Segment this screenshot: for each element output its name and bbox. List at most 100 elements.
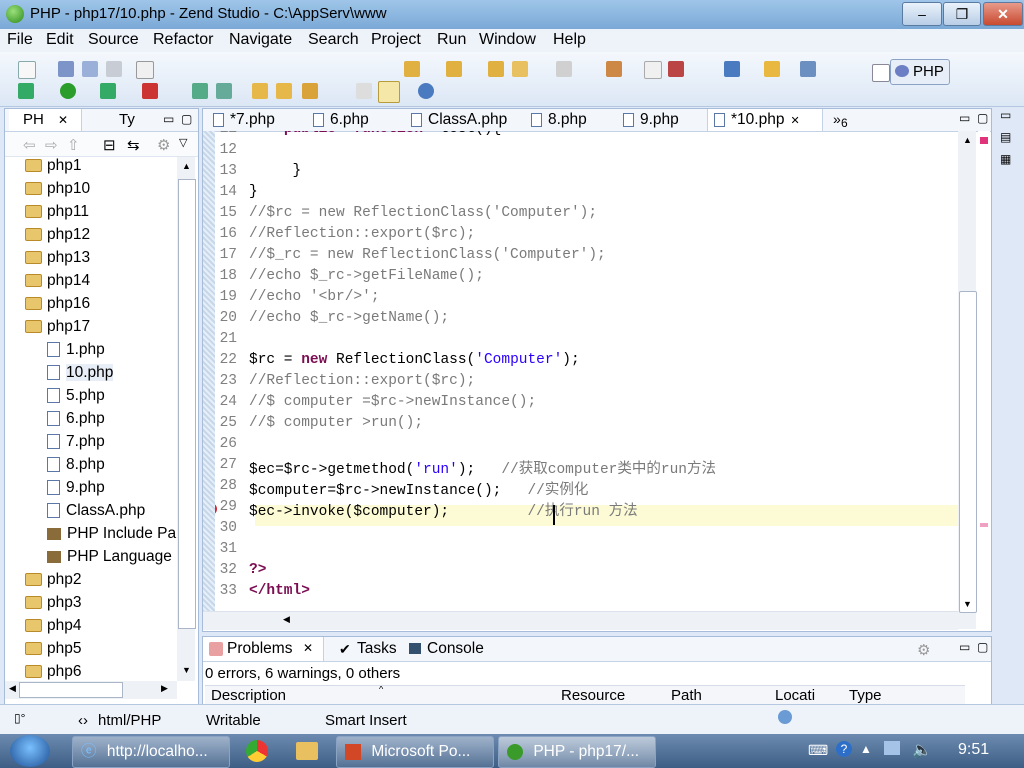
print-icon[interactable]	[106, 61, 122, 77]
restore-view-icon[interactable]: ▭	[1000, 108, 1011, 122]
view-menu-icon[interactable]: ▽	[179, 136, 187, 149]
tree-item-php12[interactable]: php12	[25, 226, 90, 244]
scroll-down-icon[interactable]: ▼	[182, 665, 191, 675]
close-icon[interactable]: ✕	[58, 113, 68, 127]
profile-icon[interactable]	[142, 83, 158, 99]
tree-scroll-thumb[interactable]	[178, 179, 196, 629]
tree-item-php17[interactable]: php17	[25, 318, 90, 336]
editor-tab-7-php[interactable]: *7.php	[207, 109, 303, 131]
menu-edit[interactable]: Edit	[46, 31, 74, 49]
tree-hscroll-thumb[interactable]	[19, 682, 123, 698]
minimize-view-icon[interactable]: ▭	[163, 112, 174, 126]
tree-item-php3[interactable]: php3	[25, 594, 81, 612]
explorer-icon[interactable]	[296, 742, 318, 760]
col-description[interactable]: Description	[211, 687, 286, 704]
menu-refactor[interactable]: Refactor	[153, 31, 213, 49]
web-run-icon[interactable]	[216, 83, 232, 99]
tree-item-10-php[interactable]: 10.php	[47, 364, 114, 382]
more-tabs-icon[interactable]: »	[833, 111, 841, 127]
maximize-button[interactable]: ❐	[943, 2, 981, 26]
problems-maximize-icon[interactable]: ▢	[977, 640, 988, 654]
hscroll-left-icon[interactable]: ◀	[283, 614, 290, 625]
last-edit-icon[interactable]	[488, 61, 504, 77]
new-class-icon[interactable]	[136, 61, 154, 79]
tree-item-6-php[interactable]: 6.php	[47, 410, 105, 428]
php-perspective-button[interactable]: PHP	[890, 59, 950, 85]
search-tool-icon[interactable]	[302, 83, 318, 99]
tree-item-9-php[interactable]: 9.php	[47, 479, 105, 497]
tree-vertical-scrollbar[interactable]: ▲ ▼	[177, 157, 196, 681]
back-icon[interactable]	[512, 61, 528, 77]
menu-search[interactable]: Search	[308, 31, 359, 49]
save-all-icon[interactable]	[82, 61, 98, 77]
menu-navigate[interactable]: Navigate	[229, 31, 292, 49]
close-problems-icon[interactable]: ✕	[303, 641, 313, 655]
menu-window[interactable]: Window	[479, 31, 536, 49]
prev-annotation-icon[interactable]	[446, 61, 462, 77]
tree-item-php13[interactable]: php13	[25, 249, 90, 267]
start-button[interactable]	[10, 735, 50, 767]
editor-tab-classa-php[interactable]: ClassA.php	[405, 109, 521, 131]
bookmark-icon[interactable]	[764, 61, 780, 77]
tab-tasks[interactable]: ✔ Tasks	[337, 637, 401, 661]
tree-item-7-php[interactable]: 7.php	[47, 433, 105, 451]
forward-arrow-icon[interactable]: ⇨	[45, 136, 58, 154]
forward-icon[interactable]	[556, 61, 572, 77]
page-icon[interactable]	[644, 61, 662, 79]
editor-tab-10-php[interactable]: *10.php ✕	[707, 109, 823, 131]
problems-filter-icon[interactable]: ⚙	[917, 641, 930, 659]
problems-minimize-icon[interactable]: ▭	[959, 640, 970, 654]
close-button[interactable]: ✕	[983, 2, 1023, 26]
close-tab-icon[interactable]: ✕	[790, 115, 799, 127]
mark-occurrences-icon[interactable]	[378, 81, 400, 103]
taskbar-item-browser[interactable]: ⓔ http://localho...	[72, 736, 230, 768]
keyboard-icon[interactable]: ⌨	[808, 742, 828, 759]
link-editor-icon[interactable]: ⇆	[127, 136, 140, 154]
editor-tab-8-php[interactable]: 8.php	[525, 109, 613, 131]
open-type-icon[interactable]	[276, 83, 292, 99]
debug-settings-icon[interactable]	[18, 83, 34, 99]
next-annotation-icon[interactable]	[404, 61, 420, 77]
help-icon[interactable]: ?	[836, 741, 852, 757]
col-path[interactable]: Path	[671, 687, 702, 704]
warning-overview-marker[interactable]	[980, 523, 988, 527]
outline-view-icon[interactable]: ▤	[1000, 130, 1011, 144]
editor-vertical-scrollbar[interactable]: ▲ ▼	[958, 131, 977, 629]
editor-horizontal-scrollbar[interactable]: ◀	[203, 611, 958, 630]
browser-icon[interactable]	[418, 83, 434, 99]
toggle-markers-icon[interactable]	[356, 83, 372, 99]
external-tool-icon[interactable]	[668, 61, 684, 77]
server-icon[interactable]	[800, 61, 816, 77]
menu-run[interactable]: Run	[437, 31, 466, 49]
scroll-right-icon[interactable]: ▶	[161, 683, 168, 694]
maximize-view-icon[interactable]: ▢	[181, 112, 192, 126]
menu-source[interactable]: Source	[88, 31, 139, 49]
network-icon[interactable]	[884, 741, 900, 755]
tree-horizontal-scrollbar[interactable]: ◀ ▶	[5, 681, 177, 699]
menu-file[interactable]: File	[7, 31, 33, 49]
update-icon[interactable]	[778, 710, 792, 724]
chrome-icon[interactable]	[246, 740, 268, 762]
col-resource[interactable]: Resource	[561, 687, 625, 704]
editor-scroll-thumb[interactable]	[959, 291, 977, 613]
editor-minimize-icon[interactable]: ▭	[959, 111, 970, 125]
menu-project[interactable]: Project	[371, 31, 421, 49]
open-perspective-icon[interactable]	[872, 64, 890, 82]
tab-php-explorer[interactable]: PH ✕	[9, 109, 82, 131]
tree-item-1-php[interactable]: 1.php	[47, 341, 105, 359]
tray-chevron-icon[interactable]: ▲	[860, 742, 872, 756]
tree-item-8-php[interactable]: 8.php	[47, 456, 105, 474]
editor-scroll-up-icon[interactable]: ▲	[963, 135, 972, 145]
collapse-all-icon[interactable]: ⊟	[103, 136, 116, 154]
col-location[interactable]: Locati	[775, 687, 815, 704]
pin-icon[interactable]	[606, 61, 622, 77]
filter-icon[interactable]: ⚙	[157, 136, 170, 154]
scroll-left-icon[interactable]: ◀	[9, 683, 16, 694]
minimize-button[interactable]: –	[902, 2, 942, 26]
scroll-up-icon[interactable]: ▲	[182, 161, 191, 171]
tree-item-php14[interactable]: php14	[25, 272, 90, 290]
debug-icon[interactable]	[100, 83, 116, 99]
tree-item-php1[interactable]: php1	[25, 157, 81, 175]
editor-maximize-icon[interactable]: ▢	[977, 111, 988, 125]
volume-icon[interactable]: 🔈	[912, 740, 932, 760]
